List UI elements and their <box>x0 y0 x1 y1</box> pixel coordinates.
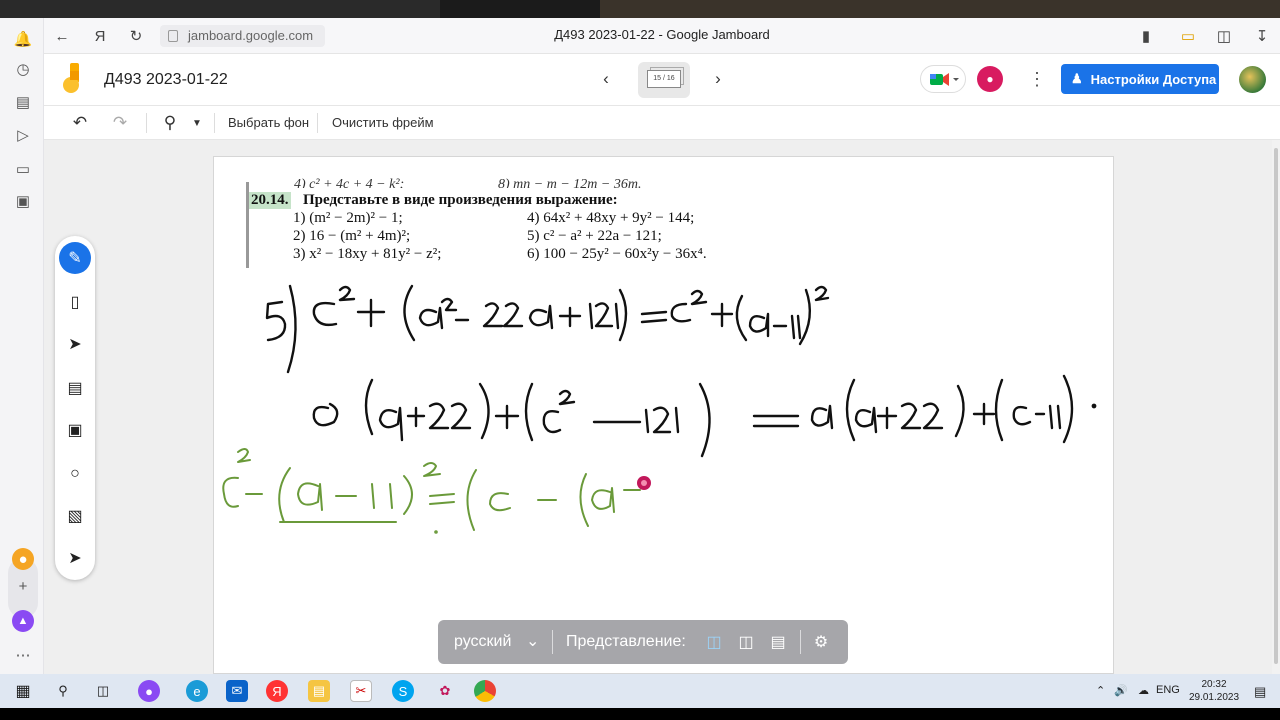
screen: 🔔 ◷ ▤ ▷ ▭ ▣ ● + ▲ ⋯ ← Я ↻ jamboard.googl… <box>0 0 1280 720</box>
clock-date: 29.01.2023 <box>1188 692 1240 703</box>
ink-black <box>265 284 1097 458</box>
skype-icon[interactable]: S <box>392 680 414 702</box>
network-icon[interactable]: ☁ <box>1138 684 1149 697</box>
eraser-tool-icon[interactable]: ▯ <box>59 286 91 318</box>
input-language[interactable]: ENG <box>1156 684 1180 696</box>
ink-green <box>222 448 641 534</box>
app-icon[interactable]: ✿ <box>434 680 456 702</box>
task-view-icon[interactable]: ◫ <box>92 680 114 702</box>
select-tool-icon[interactable]: ➤ <box>59 328 91 360</box>
file-explorer-icon[interactable]: ▤ <box>308 680 330 702</box>
text-box-tool-icon[interactable]: ▧ <box>59 500 91 532</box>
view-label: Представление: <box>566 633 686 650</box>
yandex-browser-icon[interactable]: Я <box>266 680 288 702</box>
view-bottom-icon[interactable]: ▤ <box>768 633 788 651</box>
clock[interactable]: 20:32 29.01.2023 <box>1186 678 1242 704</box>
search-icon[interactable]: ⚲ <box>52 680 74 702</box>
clock-time: 20:32 <box>1201 679 1227 690</box>
chrome-icon[interactable] <box>474 680 496 702</box>
bottom-band <box>0 708 1280 720</box>
view-split-icon[interactable]: ◫ <box>704 633 724 651</box>
shape-tool-icon[interactable]: ○ <box>59 458 91 490</box>
laser-tool-icon[interactable]: ➤ <box>59 542 91 574</box>
pen-cursor-icon <box>637 476 651 490</box>
volume-icon[interactable]: 🔊 <box>1114 684 1128 697</box>
taskbar: ▦ ⚲ ◫ ● e ✉ Я ▤ ✂ S ✿ ⌃ 🔊 ☁ ENG 20:32 29… <box>0 674 1280 708</box>
presentation-overlay: русский ⌄ Представление: ◫ ◫ ▤ ⚙ <box>438 620 848 664</box>
start-icon[interactable]: ▦ <box>12 680 34 702</box>
handwriting-layer <box>222 284 1097 534</box>
sticky-note-tool-icon[interactable]: ▤ <box>59 372 91 404</box>
snipping-tool-icon[interactable]: ✂ <box>350 680 372 702</box>
view-sidebar-icon[interactable]: ◫ <box>736 633 756 651</box>
language-selector[interactable]: русский <box>454 633 511 651</box>
mail-icon[interactable]: ✉ <box>226 680 248 702</box>
tray-chevron-icon[interactable]: ⌃ <box>1096 684 1105 697</box>
edge-icon[interactable]: e <box>186 680 208 702</box>
tool-panel: ✎ ▯ ➤ ▤ ▣ ○ ▧ ➤ <box>55 236 95 580</box>
pen-tool-icon[interactable]: ✎ <box>59 242 91 274</box>
notifications-icon[interactable]: ▤ <box>1254 684 1266 700</box>
image-tool-icon[interactable]: ▣ <box>59 414 91 446</box>
chevron-down-icon[interactable]: ⌄ <box>526 631 539 651</box>
alice-taskbar-icon[interactable]: ● <box>138 680 160 702</box>
settings-gear-icon[interactable]: ⚙ <box>811 633 831 651</box>
